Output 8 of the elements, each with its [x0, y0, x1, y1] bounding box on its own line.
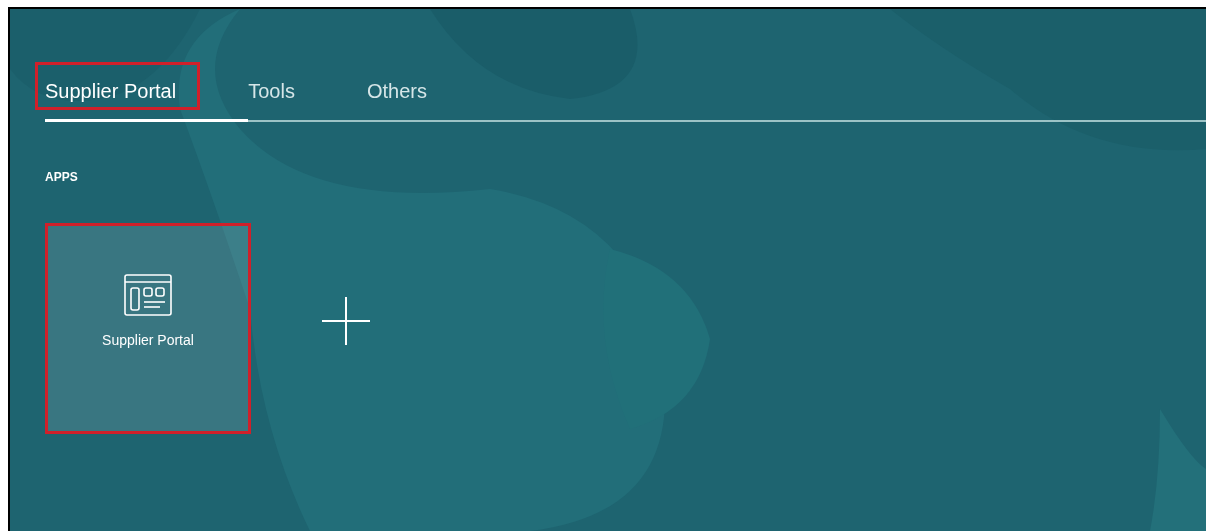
app-window-icon [124, 274, 172, 316]
tab[interactable]: Supplier Portal [45, 72, 249, 122]
tab[interactable]: Tools [248, 72, 367, 122]
add-button[interactable] [321, 296, 371, 346]
app-tile[interactable]: Supplier Portal [48, 226, 248, 431]
section-heading: APPS [45, 169, 79, 186]
plus-icon [322, 297, 370, 345]
tab[interactable]: Others [366, 72, 499, 122]
